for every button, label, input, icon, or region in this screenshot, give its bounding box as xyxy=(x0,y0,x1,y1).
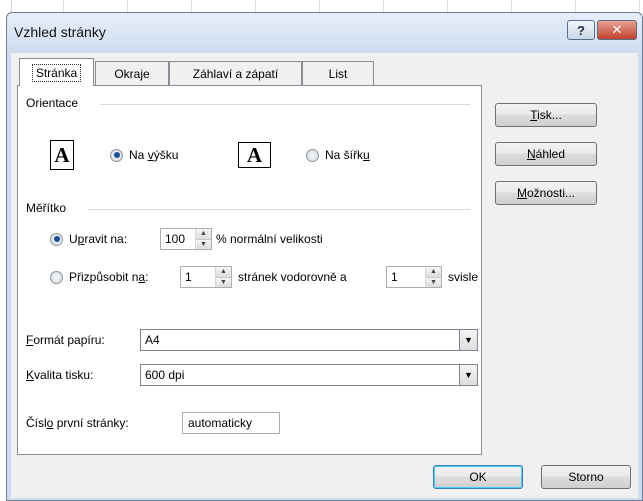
orientation-separator xyxy=(100,104,470,105)
help-button[interactable]: ? xyxy=(567,20,595,40)
tab-margins[interactable]: Okraje xyxy=(95,61,169,85)
preview-button[interactable]: Náhled xyxy=(495,142,597,166)
adjust-percent-value[interactable]: 100 xyxy=(161,229,195,249)
landscape-label: Na šířku xyxy=(325,148,370,162)
landscape-radio-option[interactable]: Na šířku xyxy=(306,148,370,162)
tab-page[interactable]: Stránka xyxy=(19,58,94,86)
close-icon: ✕ xyxy=(611,22,623,37)
page-setup-dialog: Vzhled stránky ? ✕ Stránka Okraje Záhlav… xyxy=(6,12,643,501)
spin-up-icon[interactable]: ▲ xyxy=(196,229,211,239)
tab-sheet[interactable]: List xyxy=(302,61,374,85)
landscape-page-glyph: A xyxy=(246,142,263,167)
fit-tall-spinner[interactable]: 1 ▲ ▼ xyxy=(386,266,442,288)
fit-radio-option[interactable]: Přizpůsobit na: xyxy=(50,270,148,284)
fit-wide-value[interactable]: 1 xyxy=(181,267,215,287)
options-button[interactable]: Možnosti... xyxy=(495,181,597,205)
adjust-percent-spinner[interactable]: 100 ▲ ▼ xyxy=(160,228,212,250)
fit-tall-suffix-label: svisle xyxy=(448,270,479,284)
paper-format-label: Formát papíru: xyxy=(26,333,105,347)
title-bar[interactable]: Vzhled stránky ? ✕ xyxy=(7,13,642,53)
tab-panel-page: Orientace A Na výšku A Na šířku Měřítko xyxy=(17,85,482,455)
print-quality-label: Kvalita tisku: xyxy=(26,368,94,382)
print-button[interactable]: Tisk... xyxy=(495,103,597,127)
paper-format-value: A4 xyxy=(145,333,160,347)
tab-margins-label: Okraje xyxy=(114,66,150,81)
dialog-title: Vzhled stránky xyxy=(14,24,106,40)
tab-header-footer-label: Záhlaví a zápatí xyxy=(192,66,279,81)
fit-wide-spin-arrows[interactable]: ▲ ▼ xyxy=(215,267,231,287)
landscape-radio[interactable] xyxy=(306,148,319,162)
tab-header-footer[interactable]: Záhlaví a zápatí xyxy=(169,61,302,85)
cancel-button-label: Storno xyxy=(568,470,604,484)
spin-down-icon[interactable]: ▼ xyxy=(196,238,211,249)
preview-button-label: Náhled xyxy=(526,147,566,161)
landscape-page-icon: A xyxy=(238,142,271,168)
chevron-down-icon[interactable]: ▼ xyxy=(459,365,477,385)
ok-button[interactable]: OK xyxy=(433,465,523,489)
options-button-label: Možnosti... xyxy=(516,186,576,200)
adjust-spin-arrows[interactable]: ▲ ▼ xyxy=(195,229,211,249)
chevron-down-icon[interactable]: ▼ xyxy=(459,330,477,350)
portrait-radio[interactable] xyxy=(110,148,123,162)
cancel-button[interactable]: Storno xyxy=(541,465,631,489)
tab-sheet-label: List xyxy=(328,66,348,81)
fit-wide-suffix-label: stránek vodorovně a xyxy=(238,270,347,284)
help-icon: ? xyxy=(577,22,585,38)
spin-down-icon[interactable]: ▼ xyxy=(426,276,441,287)
ok-button-label: OK xyxy=(469,470,487,484)
fit-radio[interactable] xyxy=(50,270,63,284)
scale-group-label: Měřítko xyxy=(26,201,67,215)
print-quality-value: 600 dpi xyxy=(145,368,185,382)
adjust-radio-option[interactable]: Upravit na: xyxy=(50,232,127,246)
portrait-page-glyph: A xyxy=(54,142,70,167)
first-page-number-input[interactable]: automaticky xyxy=(182,412,280,434)
dialog-client-area: Stránka Okraje Záhlaví a zápatí List Ori… xyxy=(11,53,638,498)
fit-label: Přizpůsobit na: xyxy=(69,270,149,284)
adjust-label: Upravit na: xyxy=(69,232,128,246)
portrait-radio-option[interactable]: Na výšku xyxy=(110,148,178,162)
spin-down-icon[interactable]: ▼ xyxy=(216,276,231,287)
paper-format-select[interactable]: A4 ▼ xyxy=(140,329,478,351)
print-button-label: Tisk... xyxy=(530,108,562,122)
adjust-radio[interactable] xyxy=(50,232,63,246)
spin-up-icon[interactable]: ▲ xyxy=(426,267,441,277)
adjust-suffix-label: % normální velikosti xyxy=(216,232,323,246)
spin-up-icon[interactable]: ▲ xyxy=(216,267,231,277)
fit-tall-value[interactable]: 1 xyxy=(387,267,425,287)
tab-page-label: Stránka xyxy=(31,63,82,82)
portrait-page-icon: A xyxy=(50,140,74,170)
fit-tall-spin-arrows[interactable]: ▲ ▼ xyxy=(425,267,441,287)
portrait-label: Na výšku xyxy=(129,148,179,162)
orientation-group-label: Orientace xyxy=(26,96,79,110)
close-button[interactable]: ✕ xyxy=(597,20,637,40)
fit-wide-spinner[interactable]: 1 ▲ ▼ xyxy=(180,266,232,288)
first-page-number-label: Číslo první stránky: xyxy=(26,416,129,430)
scale-separator xyxy=(88,209,470,210)
print-quality-select[interactable]: 600 dpi ▼ xyxy=(140,364,478,386)
